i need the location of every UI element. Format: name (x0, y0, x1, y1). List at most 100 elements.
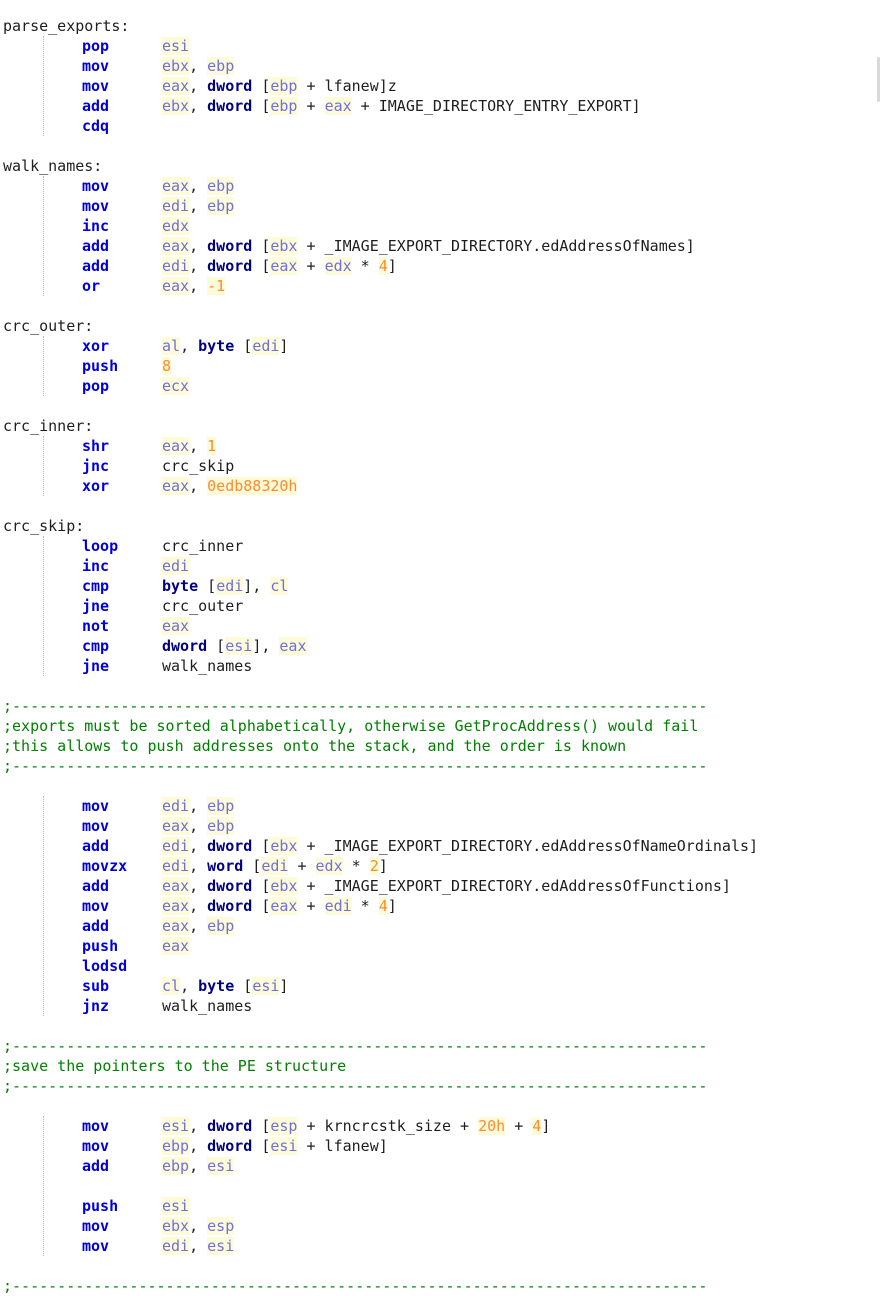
operand-text-token: [ (234, 977, 253, 995)
label-token: walk_names: (3, 157, 103, 175)
operand-text-token: [ (252, 837, 271, 855)
opcode-token: pop (82, 37, 110, 55)
code-line-instruction[interactable]: mov eax, dword [eax + edi * 4] (82, 896, 397, 916)
vertical-scrollbar[interactable] (874, 0, 881, 1292)
code-line-instruction[interactable]: mov ebp, dword [esi + lfanew] (82, 1136, 388, 1156)
code-line-instruction[interactable]: mov ebx, ebp (82, 56, 235, 76)
code-line-instruction[interactable]: add edi, dword [eax + edx * 4] (82, 256, 397, 276)
operand-text-token: , (189, 1117, 208, 1135)
code-line-instruction[interactable]: inc edx (82, 216, 190, 236)
operand-text-token: ] (279, 977, 289, 995)
code-line-instruction[interactable]: mov eax, dword [ebp + lfanew]z (82, 76, 397, 96)
opcode-token: sub (82, 977, 110, 995)
operand-text-token: [ (207, 637, 226, 655)
code-line-comment[interactable]: ;---------------------------------------… (3, 1276, 707, 1296)
operand-group: eax, dword [ebx + _IMAGE_EXPORT_DIRECTOR… (162, 876, 731, 896)
code-line-instruction[interactable]: push eax (82, 936, 190, 956)
size-keyword-token: dword (207, 1117, 253, 1135)
register-token: esi (162, 37, 190, 55)
register-token: eax (162, 917, 190, 935)
code-line-instruction[interactable]: movzx edi, word [edi + edx * 2] (82, 856, 388, 876)
code-line-instruction[interactable]: add ebx, dword [ebp + eax + IMAGE_DIRECTO… (82, 96, 641, 116)
register-token: ebp (162, 1157, 190, 1175)
code-line-instruction[interactable]: mov esi, dword [esp + krncrcstk_size + 20… (82, 1116, 550, 1136)
number-token: 4 (378, 897, 388, 915)
opcode-token: mov (82, 1217, 110, 1235)
code-line-instruction[interactable]: mov edi, esi (82, 1236, 235, 1256)
code-line-instruction[interactable]: lodsd (82, 956, 127, 976)
register-token: esi (207, 1237, 235, 1255)
code-line-instruction[interactable]: not eax (82, 616, 190, 636)
register-token: edi (162, 797, 190, 815)
comment-token: ;this allows to push addresses onto the … (3, 737, 627, 755)
code-line-comment[interactable]: ;this allows to push addresses onto the … (3, 736, 626, 756)
opcode-token: cmp (82, 577, 110, 595)
code-line-instruction[interactable]: jnz walk_names (82, 996, 252, 1016)
code-line-instruction[interactable]: inc edi (82, 556, 190, 576)
scrollbar-thumb[interactable] (877, 57, 880, 102)
code-line-instruction[interactable]: mov eax, ebp (82, 816, 235, 836)
opcode-token: mov (82, 1137, 110, 1155)
size-keyword-token: dword (207, 1137, 253, 1155)
operand-text-token: + lfanew] (297, 1137, 388, 1155)
code-line-instruction[interactable]: add eax, dword [ebx + _IMAGE_EXPORT_DIREC… (82, 876, 731, 896)
size-keyword-token: byte (198, 977, 235, 995)
operand-text-token: ] (387, 897, 397, 915)
register-token: eax (270, 897, 298, 915)
code-line-instruction[interactable]: mov edi, ebp (82, 196, 235, 216)
code-line-label[interactable]: crc_skip: (3, 516, 84, 536)
operand-group: esi (162, 1196, 190, 1216)
code-line-instruction[interactable]: or eax, -1 (82, 276, 226, 296)
code-line-comment[interactable]: ;---------------------------------------… (3, 756, 707, 776)
code-line-comment[interactable]: ;---------------------------------------… (3, 696, 707, 716)
code-line-instruction[interactable]: mov ebx, esp (82, 1216, 235, 1236)
code-editor[interactable]: parse_exports: pop esi mov ebx, ebp mov eax, d… (0, 0, 881, 1295)
operand-text-token: [ (252, 77, 271, 95)
code-line-label[interactable]: walk_names: (3, 156, 102, 176)
code-line-instruction[interactable]: mov eax, ebp (82, 176, 235, 196)
code-line-label[interactable]: parse_exports: (3, 16, 129, 36)
code-line-instruction[interactable]: add eax, ebp (82, 916, 235, 936)
code-line-instruction[interactable]: push esi (82, 1196, 190, 1216)
register-token: ebp (207, 177, 235, 195)
code-line-instruction[interactable]: pop esi (82, 36, 190, 56)
code-line-label[interactable]: crc_inner: (3, 416, 93, 436)
register-token: ebx (162, 1217, 190, 1235)
operand-group: ebx, ebp (162, 56, 235, 76)
code-line-instruction[interactable]: jne walk_names (82, 656, 252, 676)
code-line-comment[interactable]: ;exports must be sorted alphabetically, … (3, 716, 698, 736)
code-line-instruction[interactable]: add ebp, esi (82, 1156, 235, 1176)
register-token: eax (270, 257, 298, 275)
code-line-instruction[interactable]: xor eax, 0edb88320h (82, 476, 298, 496)
code-line-comment[interactable]: ;save the pointers to the PE structure (3, 1056, 346, 1076)
code-line-instruction[interactable]: cmp byte [edi], cl (82, 576, 289, 596)
register-token: eax (324, 97, 352, 115)
code-line-instruction[interactable]: pop ecx (82, 376, 190, 396)
code-line-instruction[interactable]: shr eax, 1 (82, 436, 217, 456)
comment-token: ;save the pointers to the PE structure (3, 1057, 347, 1075)
code-line-label[interactable]: crc_outer: (3, 316, 93, 336)
code-line-instruction[interactable]: push 8 (82, 356, 172, 376)
opcode-token: inc (82, 557, 110, 575)
code-line-instruction[interactable]: jne crc_outer (82, 596, 243, 616)
register-token: ebx (162, 97, 190, 115)
operand-text-token: crc_outer (162, 597, 244, 615)
code-line-instruction[interactable]: mov edi, ebp (82, 796, 235, 816)
code-line-instruction[interactable]: add edi, dword [ebx + _IMAGE_EXPORT_DIREC… (82, 836, 758, 856)
register-token: edi (162, 1237, 190, 1255)
code-line-instruction[interactable]: sub cl, byte [esi] (82, 976, 288, 996)
code-line-instruction[interactable]: xor al, byte [edi] (82, 336, 288, 356)
code-line-comment[interactable]: ;---------------------------------------… (3, 1036, 707, 1056)
code-line-instruction[interactable]: cmp dword [esi], eax (82, 636, 307, 656)
operand-group: walk_names (162, 656, 252, 676)
code-line-instruction[interactable]: cdq (82, 116, 109, 136)
register-token: edx (315, 857, 343, 875)
operand-text-token: walk_names (162, 657, 253, 675)
code-line-instruction[interactable]: loop crc_inner (82, 536, 243, 556)
register-token: ebp (207, 197, 235, 215)
operand-text-token: [ (252, 237, 271, 255)
code-line-comment[interactable]: ;---------------------------------------… (3, 1076, 707, 1096)
code-line-instruction[interactable]: add eax, dword [ebx + _IMAGE_EXPORT_DIREC… (82, 236, 695, 256)
operand-text-token: walk_names (162, 997, 253, 1015)
code-line-instruction[interactable]: jnc crc_skip (82, 456, 234, 476)
